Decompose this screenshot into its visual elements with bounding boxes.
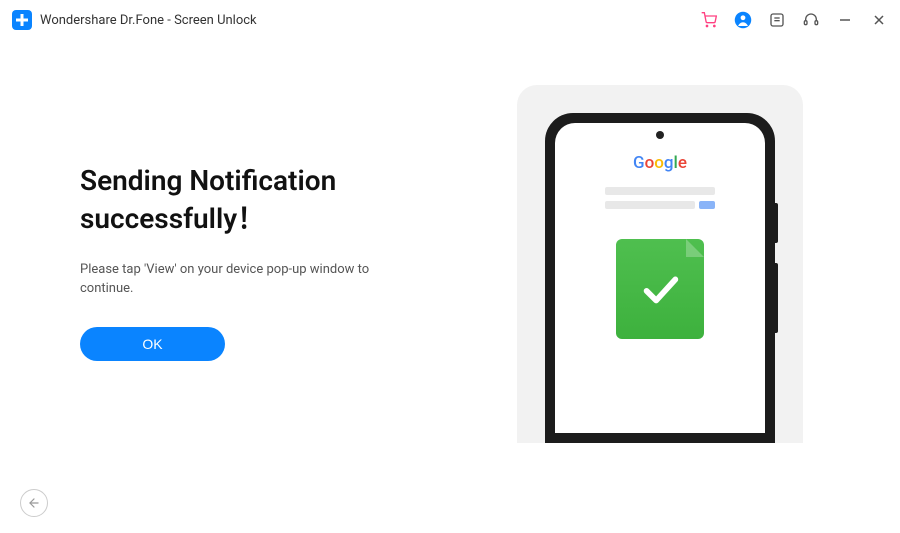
phone-backdrop: Google: [517, 85, 803, 443]
phone-frame: Google: [545, 113, 775, 443]
app-title: Wondershare Dr.Fone - Screen Unlock: [40, 13, 257, 28]
support-icon[interactable]: [802, 11, 820, 29]
illustration-panel: Google: [480, 80, 840, 443]
titlebar-controls: [700, 11, 888, 29]
skeleton-row: [605, 201, 715, 215]
success-check-icon: [616, 239, 704, 339]
titlebar-left: Wondershare Dr.Fone - Screen Unlock: [12, 10, 257, 30]
ok-button[interactable]: OK: [80, 327, 225, 361]
page-subtext: Please tap 'View' on your device pop-up …: [80, 260, 380, 299]
account-icon[interactable]: [734, 11, 752, 29]
google-logo: Google: [633, 153, 687, 173]
titlebar: Wondershare Dr.Fone - Screen Unlock: [0, 0, 900, 40]
back-button[interactable]: [20, 489, 48, 517]
phone-side-button-icon: [775, 203, 778, 243]
skeleton-line: [699, 201, 715, 209]
page-heading: Sending Notification successfully！: [80, 162, 440, 238]
skeleton-line: [605, 187, 715, 195]
left-panel: Sending Notification successfully！ Pleas…: [80, 162, 440, 361]
app-logo-icon: [12, 10, 32, 30]
phone-screen: Google: [555, 123, 765, 433]
skeleton-line: [605, 201, 695, 209]
phone-camera-icon: [656, 131, 664, 139]
phone-side-button-icon: [775, 263, 778, 333]
close-icon[interactable]: [870, 11, 888, 29]
feedback-icon[interactable]: [768, 11, 786, 29]
minimize-icon[interactable]: [836, 11, 854, 29]
main-content: Sending Notification successfully！ Pleas…: [0, 40, 900, 483]
cart-icon[interactable]: [700, 11, 718, 29]
